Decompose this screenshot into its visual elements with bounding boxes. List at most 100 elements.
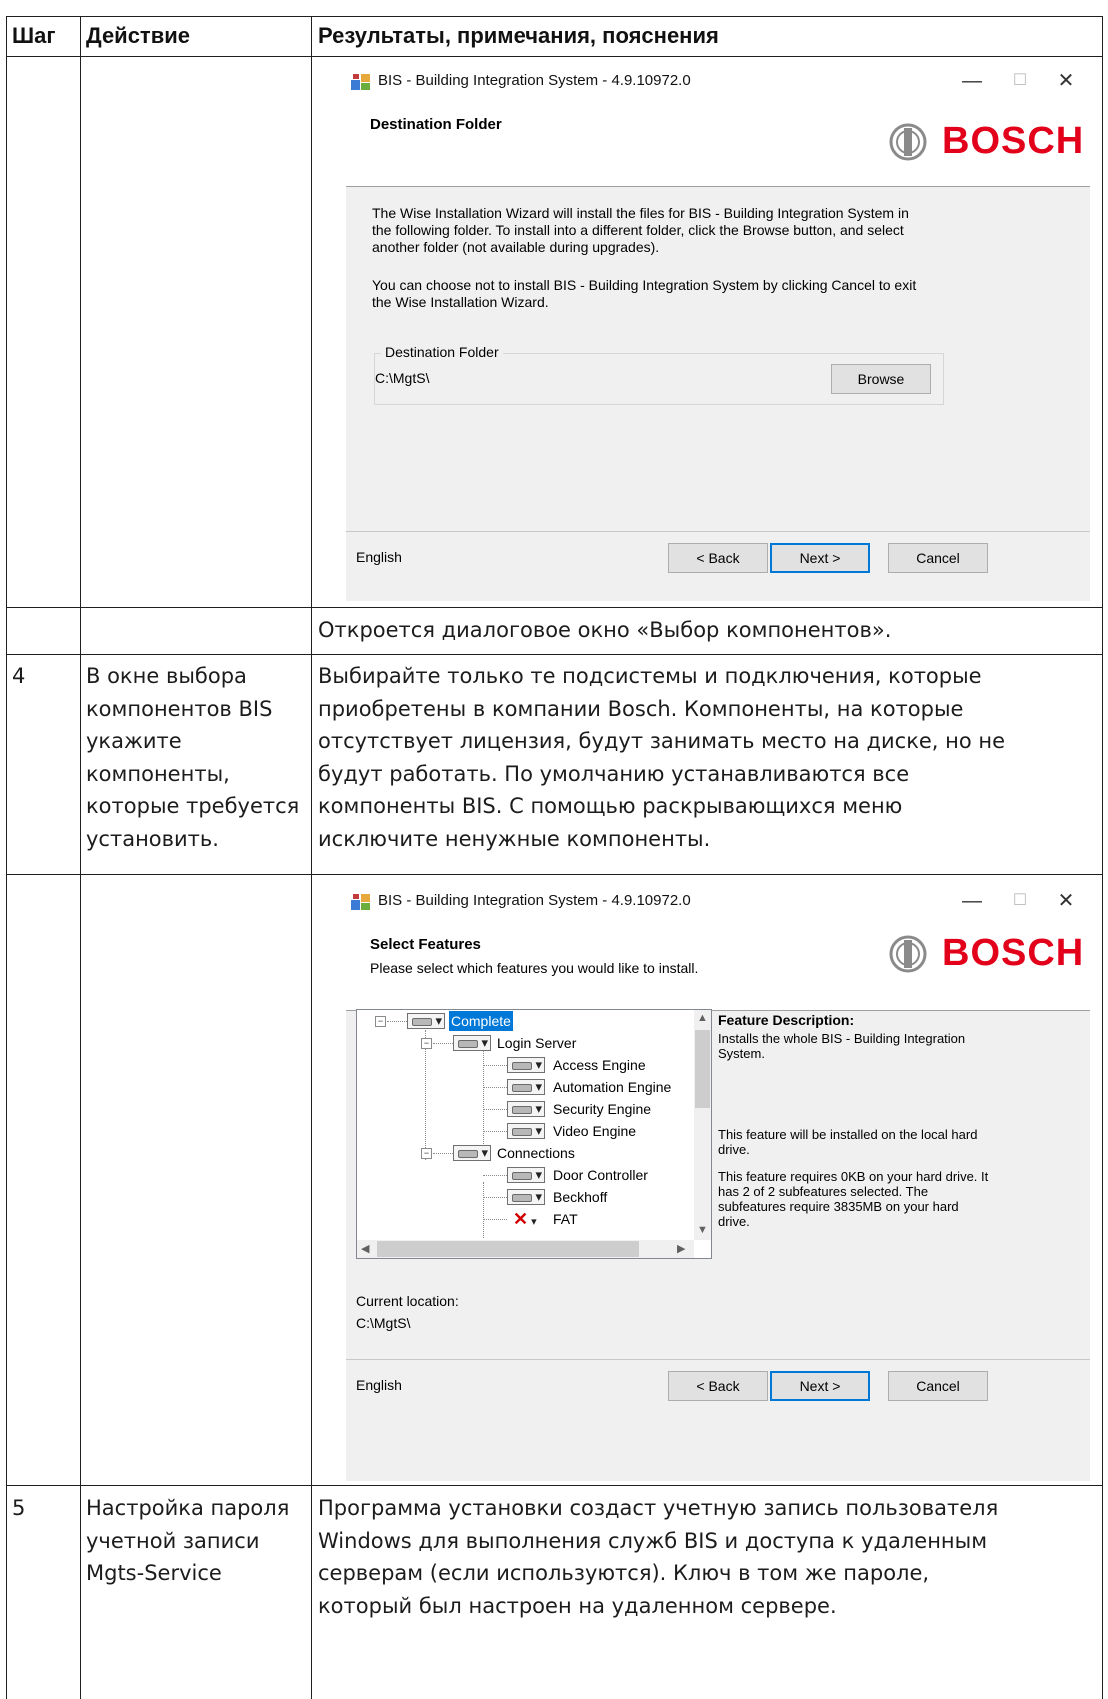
drive-install-icon[interactable] <box>407 1011 445 1031</box>
tree-connector <box>433 1153 453 1154</box>
tree-node-label[interactable]: Door Controller <box>553 1165 648 1185</box>
tree-node-label[interactable]: Access Engine <box>553 1055 646 1075</box>
bosch-logo: BOSCH <box>888 120 1083 166</box>
banner-title: Destination Folder <box>370 116 502 133</box>
drive-install-icon[interactable] <box>507 1165 545 1185</box>
text-line: Выбирайте только те подсистемы и подключ… <box>318 664 982 688</box>
table-border <box>6 607 1103 608</box>
drive-install-icon[interactable] <box>507 1077 545 1097</box>
next-button[interactable]: Next > <box>770 1371 870 1401</box>
tree-connector <box>483 1175 507 1176</box>
tree-node-label[interactable]: Connections <box>497 1143 575 1163</box>
drive-install-icon[interactable] <box>507 1099 545 1119</box>
scroll-right-icon[interactable]: ▶ <box>677 1242 685 1255</box>
tree-connector <box>483 1109 507 1110</box>
back-button[interactable]: < Back <box>668 543 768 573</box>
dialog-banner: Select Features Please select which feat… <box>346 924 1090 1010</box>
current-location-label: Current location: <box>356 1293 459 1309</box>
text-line: приобретены в компании Bosch. Компоненты… <box>318 696 964 721</box>
feature-description-title: Feature Description: <box>718 1012 855 1028</box>
tree-node-label[interactable]: FAT <box>553 1209 578 1229</box>
text-line: drive. <box>718 1142 750 1157</box>
collapse-icon[interactable]: − <box>421 1038 432 1049</box>
destination-path: C:\MgtS\ <box>375 370 430 386</box>
excluded-x-icon[interactable]: ✕ ▾ <box>513 1210 551 1228</box>
text-line: Installs the whole BIS - Building Integr… <box>718 1031 966 1046</box>
cancel-button[interactable]: Cancel <box>888 543 988 573</box>
text-line: Mgts-Service <box>86 1561 222 1585</box>
text-line: This feature requires 0KB on your hard d… <box>718 1169 989 1184</box>
text-line: который был настроен на удаленном сервер… <box>318 1593 837 1618</box>
tree-node-label[interactable]: Automation Engine <box>553 1077 671 1097</box>
table-cell-result: Программа установки создаст учетную запи… <box>318 1492 998 1622</box>
minimize-icon[interactable]: — <box>952 886 992 916</box>
text-line: This feature will be installed on the lo… <box>718 1127 978 1142</box>
table-border <box>1102 16 1103 1699</box>
banner-subtitle: Please select which features you would l… <box>370 960 699 976</box>
text-line: Windows для выполнения служб BIS и досту… <box>318 1528 988 1553</box>
drive-install-icon[interactable] <box>507 1187 545 1207</box>
scroll-up-icon[interactable]: ▲ <box>697 1012 708 1024</box>
bosch-wordmark: BOSCH <box>942 120 1085 162</box>
tree-node-label[interactable]: Security Engine <box>553 1099 651 1119</box>
maximize-icon[interactable]: ☐ <box>1000 66 1040 96</box>
table-border <box>311 16 312 1699</box>
close-icon[interactable]: ✕ <box>1046 66 1086 96</box>
column-header-step: Шаг <box>12 23 56 48</box>
vertical-scrollbar[interactable]: ▲ ▼ <box>694 1010 711 1240</box>
text-line: исключите ненужные компоненты. <box>318 826 711 851</box>
drive-install-icon[interactable] <box>453 1143 491 1163</box>
dialog-body: − Complete − Login Server Access Engine … <box>346 1009 1090 1481</box>
collapse-icon[interactable]: − <box>375 1016 386 1027</box>
horizontal-scrollbar[interactable]: ◀ ▶ <box>357 1240 694 1258</box>
window-titlebar: BIS - Building Integration System - 4.9.… <box>346 880 1090 924</box>
scroll-down-icon[interactable]: ▼ <box>697 1224 708 1236</box>
table-cell-action: В окне выбора компонентов BIS укажите ко… <box>86 660 299 855</box>
collapse-icon[interactable]: − <box>421 1148 432 1159</box>
text-line: установить. <box>86 826 219 851</box>
bosch-logo: BOSCH <box>888 932 1083 978</box>
drive-install-icon[interactable] <box>453 1033 491 1053</box>
text-line: компонентов BIS <box>86 696 273 721</box>
text-line: You can choose not to install BIS - Buil… <box>372 277 917 293</box>
tree-node-label[interactable]: Complete <box>449 1011 513 1031</box>
tree-connector <box>425 1030 426 1160</box>
tree-node-label[interactable]: Beckhoff <box>553 1187 607 1207</box>
feature-tree[interactable]: − Complete − Login Server Access Engine … <box>356 1009 712 1259</box>
browse-button[interactable]: Browse <box>831 364 931 394</box>
maximize-icon[interactable]: ☐ <box>1000 886 1040 916</box>
scroll-thumb[interactable] <box>377 1241 639 1257</box>
table-cell-action: Настройка пароля учетной записи Mgts-Ser… <box>86 1492 289 1590</box>
text-line: компоненты, <box>86 761 230 786</box>
cancel-button[interactable]: Cancel <box>888 1371 988 1401</box>
tree-node-label[interactable]: Video Engine <box>553 1121 636 1141</box>
close-icon[interactable]: ✕ <box>1046 886 1086 916</box>
destination-folder-group: Destination Folder C:\MgtS\ Browse <box>374 344 944 405</box>
scroll-thumb[interactable] <box>695 1030 710 1108</box>
installer-dialog-destination: BIS - Building Integration System - 4.9.… <box>346 60 1090 601</box>
tree-node-label[interactable]: Login Server <box>497 1033 576 1053</box>
footer-divider <box>346 531 1090 532</box>
text-line: Программа установки создаст учетную запи… <box>318 1496 999 1520</box>
text-line: отсутствует лицензия, будут занимать мес… <box>318 729 1006 753</box>
tree-connector <box>483 1219 507 1220</box>
text-line: В окне выбора <box>86 664 247 688</box>
text-line: System. <box>718 1046 765 1061</box>
tree-connector <box>483 1087 507 1088</box>
back-button[interactable]: < Back <box>668 1371 768 1401</box>
table-border <box>6 1485 1103 1486</box>
bosch-wordmark: BOSCH <box>942 932 1085 974</box>
tree-connector <box>433 1043 453 1044</box>
text-line: the Wise Installation Wizard. <box>372 294 549 310</box>
minimize-icon[interactable]: — <box>952 66 992 96</box>
text-line: the following folder. To install into a … <box>372 222 904 238</box>
table-border <box>80 16 81 1699</box>
table-border <box>6 16 7 1699</box>
next-button[interactable]: Next > <box>770 543 870 573</box>
dialog-banner: Destination Folder BOSCH <box>346 104 1090 186</box>
scroll-left-icon[interactable]: ◀ <box>361 1242 369 1255</box>
footer-divider <box>346 1359 1090 1360</box>
drive-install-icon[interactable] <box>507 1121 545 1141</box>
drive-install-icon[interactable] <box>507 1055 545 1075</box>
group-label: Destination Folder <box>381 344 503 360</box>
